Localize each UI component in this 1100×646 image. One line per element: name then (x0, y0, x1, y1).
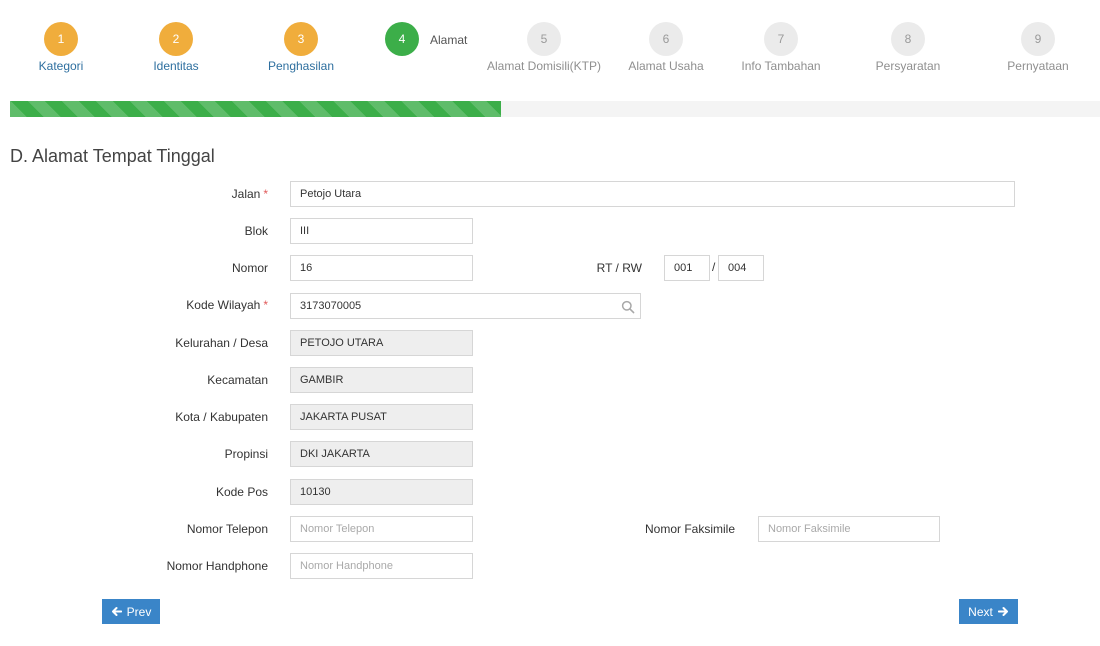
progress-bar-fill (10, 101, 501, 117)
jalan-label: Jalan * (232, 187, 268, 201)
kota-label: Kota / Kabupaten (175, 410, 268, 424)
step-label: Info Tambahan (741, 59, 821, 73)
step-number: 5 (527, 22, 561, 56)
telepon-input[interactable] (290, 516, 473, 542)
rt-input[interactable] (664, 255, 710, 281)
step-penghasilan[interactable]: 3 Penghasilan (268, 22, 334, 73)
step-alamat-domisili[interactable]: 5 Alamat Domisili(KTP) (487, 22, 601, 73)
next-button-label: Next (968, 604, 993, 619)
step-number: 4 (385, 22, 419, 56)
step-label: Alamat Usaha (628, 59, 704, 73)
step-number: 7 (764, 22, 798, 56)
kode-wilayah-input[interactable] (290, 293, 641, 319)
faksimile-label: Nomor Faksimile (644, 522, 735, 536)
rw-input[interactable] (718, 255, 764, 281)
nomor-input[interactable] (290, 255, 473, 281)
required-marker: * (263, 298, 268, 312)
step-number: 8 (891, 22, 925, 56)
wizard-stepper: 1 Kategori 2 Identitas 3 Penghasilan 4 A… (0, 0, 1100, 90)
step-label: Pernyataan (1007, 59, 1069, 73)
step-label: Persyaratan (875, 59, 941, 73)
section-title: D. Alamat Tempat Tinggal (10, 146, 215, 166)
rt-rw-label: RT / RW (596, 261, 642, 275)
step-pernyataan[interactable]: 9 Pernyataan (1007, 22, 1069, 73)
prev-button-label: Prev (126, 604, 152, 619)
rt-rw-separator: / (712, 260, 716, 274)
step-label: Alamat (430, 33, 468, 47)
progress-bar (10, 101, 1100, 117)
kode-wilayah-label: Kode Wilayah * (186, 298, 268, 312)
prev-button[interactable]: Prev (102, 599, 160, 624)
handphone-label: Nomor Handphone (166, 559, 268, 573)
telepon-label: Nomor Telepon (186, 522, 268, 536)
blok-input[interactable] (290, 218, 473, 244)
next-button[interactable]: Next (959, 599, 1018, 624)
step-number: 2 (159, 22, 193, 56)
kecamatan-field (290, 367, 473, 393)
arrow-left-icon (111, 607, 122, 616)
propinsi-label: Propinsi (224, 447, 268, 461)
search-icon[interactable] (621, 300, 635, 314)
kota-field (290, 404, 473, 430)
arrow-right-icon (997, 607, 1008, 616)
kode-pos-field (290, 479, 473, 505)
step-kategori[interactable]: 1 Kategori (39, 22, 83, 73)
step-persyaratan[interactable]: 8 Persyaratan (876, 22, 940, 73)
step-info-tambahan[interactable]: 7 Info Tambahan (741, 22, 821, 73)
nomor-label: Nomor (231, 261, 268, 275)
required-marker: * (263, 187, 268, 201)
step-label: Alamat Domisili(KTP) (486, 59, 602, 73)
step-number: 9 (1021, 22, 1055, 56)
kecamatan-label: Kecamatan (207, 373, 268, 387)
blok-label: Blok (244, 224, 268, 238)
step-alamat[interactable]: 4 Alamat (385, 22, 467, 56)
step-alamat-usaha[interactable]: 6 Alamat Usaha (628, 22, 704, 73)
kode-pos-label: Kode Pos (215, 485, 268, 499)
jalan-label-text: Jalan (231, 187, 261, 201)
step-label: Kategori (38, 59, 84, 73)
faksimile-input[interactable] (758, 516, 940, 542)
kode-wilayah-label-text: Kode Wilayah (186, 298, 261, 312)
step-label: Penghasilan (267, 59, 335, 73)
kelurahan-field (290, 330, 473, 356)
step-number: 1 (44, 22, 78, 56)
kelurahan-label: Kelurahan / Desa (175, 336, 268, 350)
step-label: Identitas (153, 59, 199, 73)
step-number: 6 (649, 22, 683, 56)
propinsi-field (290, 441, 473, 467)
step-identitas[interactable]: 2 Identitas (153, 22, 199, 73)
jalan-input[interactable] (290, 181, 1015, 207)
handphone-input[interactable] (290, 553, 473, 579)
step-number: 3 (284, 22, 318, 56)
